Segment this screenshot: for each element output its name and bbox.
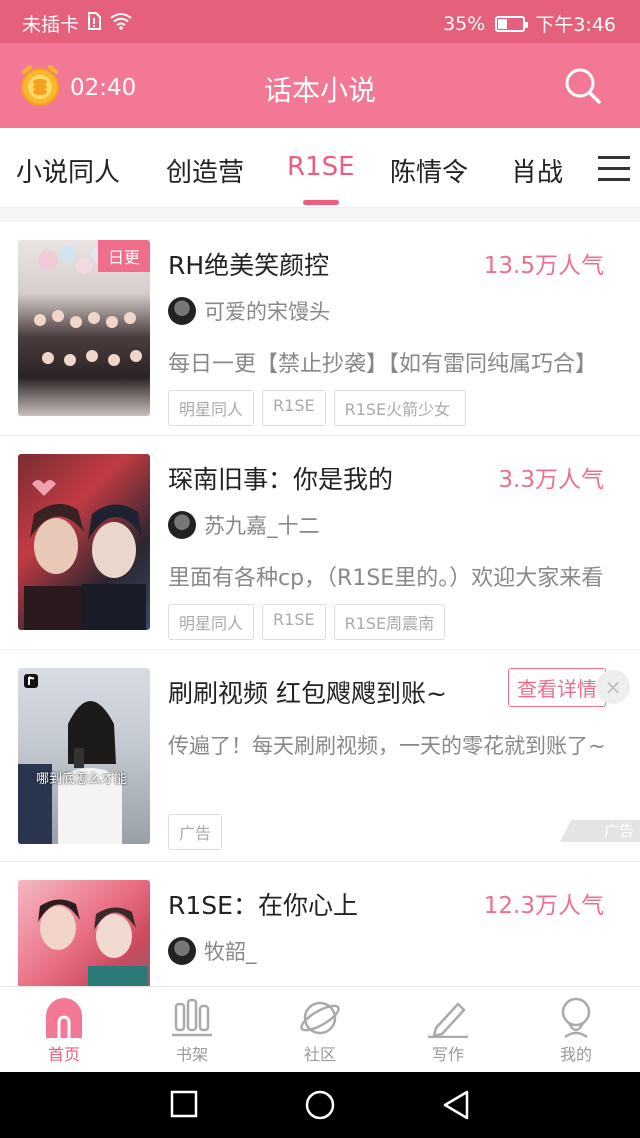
tab-novel-fanfic[interactable]: 小说同人 (16, 152, 120, 189)
ad-label: 广告 (168, 814, 223, 850)
tag-chip[interactable]: 明星同人 (168, 604, 255, 640)
ad-description: 传遍了！每天刷刷视频，一天的零花就到账了~ (168, 734, 606, 758)
tag-list: 明星同人 R1SE R1SE火箭少女 (168, 390, 466, 426)
tab-chenqingling[interactable]: 陈情令 (390, 152, 468, 189)
nav-write[interactable]: 写作 (408, 995, 488, 1065)
book-title: R1SE：在你心上 (168, 891, 358, 920)
book-description: 里面有各种cp，（R1SE里的。）欢迎大家来看 (168, 566, 604, 591)
ad-cover-caption: 哪到底怎么才能 (36, 772, 128, 787)
book-cover: 日更 (18, 240, 150, 416)
back-icon[interactable] (442, 1090, 470, 1124)
tab-chuangzaoying[interactable]: 创造营 (166, 152, 244, 189)
nav-label: 首页 (47, 1045, 80, 1064)
author[interactable]: 可爱的宋馒头 (168, 296, 330, 326)
nav-label: 写作 (431, 1045, 464, 1064)
app-bar: 02:40 话本小说 (0, 43, 640, 128)
tag-chip[interactable]: R1SE周震南 (333, 604, 446, 640)
author[interactable]: 牧韶_ (168, 936, 257, 966)
nav-bookshelf[interactable]: 书架 (152, 995, 232, 1065)
sim-icon (87, 12, 102, 35)
popularity: 13.5万人气 (483, 253, 604, 279)
category-tabs: 小说同人 创造营 R1SE 陈情令 肖战 (0, 128, 640, 208)
list-item[interactable]: 琛南旧事：你是我的 3.3万人气 苏九嘉_十二 里面有各种cp，（R1SE里的。… (0, 436, 640, 650)
nav-label: 书架 (175, 1045, 208, 1064)
view-details-button[interactable]: 查看详情 (508, 668, 606, 707)
divider (0, 208, 640, 222)
nav-label: 我的 (559, 1045, 592, 1064)
author-name: 牧韶_ (204, 940, 257, 964)
pen-icon (408, 995, 488, 1041)
author[interactable]: 苏九嘉_十二 (168, 510, 320, 540)
book-description: 每日一更【禁止抄袭】【如有雷同纯属巧合】 (168, 352, 598, 377)
tag-chip[interactable]: R1SE (262, 604, 326, 640)
recents-icon[interactable] (170, 1090, 198, 1122)
ad-cover: 哪到底怎么才能 (18, 668, 150, 844)
nav-profile[interactable]: 我的 (536, 995, 616, 1065)
tab-r1se[interactable]: R1SE (287, 152, 355, 182)
clock: 下午3:46 (535, 14, 616, 36)
book-title: RH绝美笑颜控 (168, 251, 330, 280)
book-title: 琛南旧事：你是我的 (168, 465, 394, 494)
ad-item[interactable]: 哪到底怎么才能 刷刷视频 红包飕飕到账~ 查看详情 × 传遍了！每天刷刷视频，一… (0, 650, 640, 862)
list-item[interactable]: 日更 RH绝美笑颜控 13.5万人气 可爱的宋馒头 每日一更【禁止抄袭】【如有雷… (0, 222, 640, 436)
tag-chip[interactable]: R1SE火箭少女 (333, 390, 466, 426)
app-title: 话本小说 (263, 74, 376, 107)
close-ad-button[interactable]: × (596, 670, 630, 704)
author-name: 可爱的宋馒头 (204, 300, 330, 324)
home-icon (24, 995, 104, 1041)
tab-xiaozhan[interactable]: 肖战 (511, 152, 563, 189)
avatar (168, 511, 196, 539)
bottom-navigation: 首页 书架 社区 写作 我的 (0, 986, 640, 1072)
ad-title: 刷刷视频 红包飕飕到账~ (168, 679, 447, 708)
profile-icon (536, 995, 616, 1041)
menu-icon[interactable] (598, 156, 630, 189)
popularity: 3.3万人气 (498, 467, 604, 493)
search-icon[interactable] (564, 67, 602, 109)
list-item[interactable]: R1SE：在你心上 12.3万人气 牧韶_ (0, 862, 640, 986)
carrier-label: 未插卡 (22, 14, 80, 36)
tag-chip[interactable]: R1SE (262, 390, 326, 426)
nav-home[interactable]: 首页 (24, 995, 104, 1065)
system-navigation-bar (0, 1072, 640, 1138)
planet-icon (280, 995, 360, 1041)
book-cover (18, 880, 150, 986)
book-cover (18, 454, 150, 630)
tag-list: 明星同人 R1SE R1SE周震南 (168, 604, 446, 640)
nav-label: 社区 (303, 1045, 336, 1064)
bookshelf-icon (152, 995, 232, 1041)
author-name: 苏九嘉_十二 (204, 514, 320, 538)
battery-percent: 35% (443, 12, 486, 35)
popularity: 12.3万人气 (483, 893, 604, 919)
avatar (168, 937, 196, 965)
tag-chip[interactable]: 明星同人 (168, 390, 255, 426)
wifi-icon (109, 12, 133, 35)
ad-corner-badge: 广告 (560, 820, 640, 842)
nav-community[interactable]: 社区 (280, 995, 360, 1065)
home-circle-icon[interactable] (305, 1090, 335, 1124)
daily-update-badge: 日更 (97, 240, 150, 272)
active-tab-indicator (303, 200, 339, 205)
avatar (168, 297, 196, 325)
battery-icon (495, 15, 529, 32)
status-bar: 未插卡 35% 下午3:46 (0, 0, 640, 43)
